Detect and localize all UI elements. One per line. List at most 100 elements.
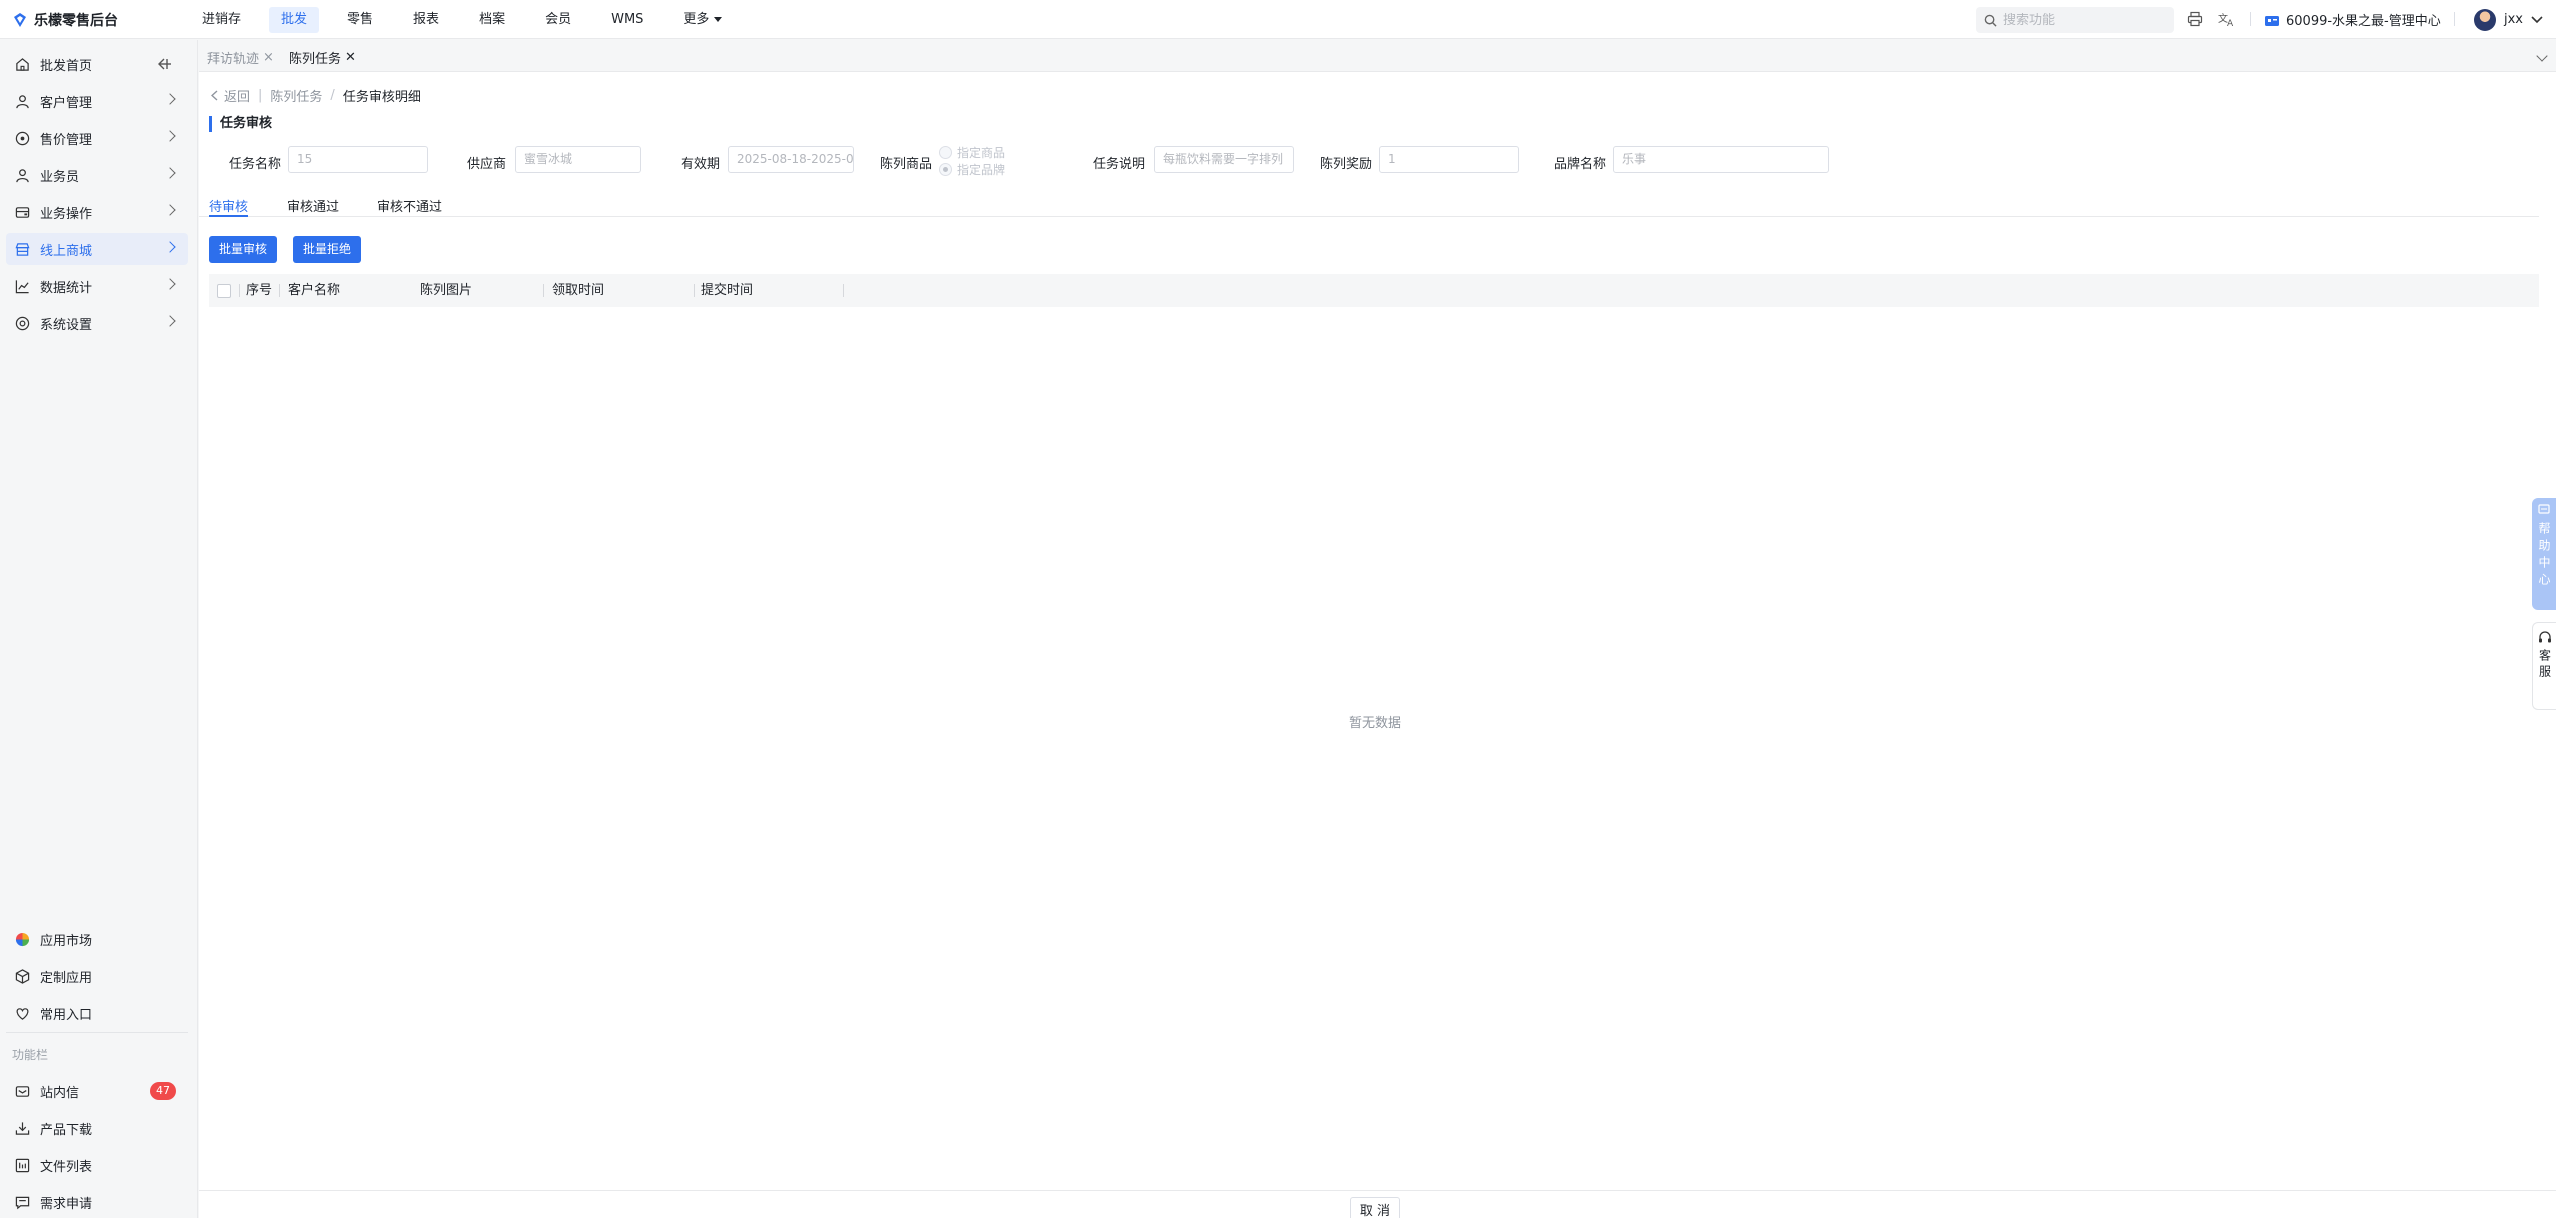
validity-field[interactable]: 2025-08-18-2025-0 [728,146,854,173]
select-all-checkbox[interactable] [217,284,231,298]
supplier-label: 供应商 [467,157,507,172]
nav-label: 进销存 [202,11,242,27]
radio-specified-goods[interactable]: 指定商品 [939,144,1005,161]
sidebar-item-label: 线上商城 [40,243,93,259]
sidebar-item-file-list[interactable]: 文件列表 [6,1149,188,1181]
user-menu[interactable]: jxx [2474,0,2543,39]
tab-approved[interactable]: 审核通过 [287,196,339,217]
sidebar-item-app-market[interactable]: 应用市场 [6,923,188,955]
nav-wholesale[interactable]: 批发 [269,6,320,33]
sidebar-item-label: 系统设置 [40,317,93,333]
nav-label: 报表 [413,11,440,27]
nav-member[interactable]: 会员 [533,7,583,33]
nav-label: 批发 [281,11,308,27]
nav-more[interactable]: 更多 [671,7,734,33]
batch-approve-button[interactable]: 批量审核 [209,236,278,263]
customer-service-widget[interactable]: 客服 [2532,622,2556,710]
sidebar-item-operations[interactable]: 业务操作 [6,196,188,228]
sidebar-item-label: 常用入口 [40,1007,93,1023]
customer-service-label: 客服 [2537,649,2552,681]
sidebar-item-label: 客户管理 [40,95,93,111]
sidebar-item-label: 业务员 [40,169,80,185]
download-icon [14,1120,30,1136]
nav-label: 档案 [479,11,506,27]
radio-label: 指定品牌 [957,163,1006,177]
tab-display-task[interactable]: 陈列任务 ✕ [283,46,362,68]
task-desc-field[interactable]: 每瓶饮料需要一字排列 [1154,146,1294,173]
search-box[interactable] [1976,7,2174,33]
column-divider [543,284,544,297]
top-nav: 进销存 批发 零售 报表 档案 会员 WMS 更多 [190,0,750,39]
print-icon[interactable] [2184,8,2206,30]
empty-state: 暂无数据 [1349,716,1402,731]
tab-label: 陈列任务 [289,51,342,67]
display-goods-radio-group: 指定商品 指定品牌 [939,144,1005,178]
tab-pending-review[interactable]: 待审核 [209,196,249,217]
chevron-right-icon [164,315,176,327]
back-link[interactable]: 返回 [211,86,250,105]
reward-field[interactable]: 1 [1379,146,1519,173]
chevron-down-icon [2531,15,2543,23]
sidebar-item-label: 售价管理 [40,132,93,148]
nav-reports[interactable]: 报表 [401,7,451,33]
radio-button[interactable] [939,163,952,176]
nav-archive[interactable]: 档案 [467,7,517,33]
mail-icon [14,1083,30,1099]
supplier-field[interactable]: 蜜雪冰城 [515,146,641,173]
breadcrumb-parent[interactable]: 陈列任务 [270,86,322,105]
back-label: 返回 [224,90,251,105]
sidebar-item-salesman[interactable]: 业务员 [6,159,188,191]
close-icon[interactable]: ✕ [345,50,356,65]
brand-name-field[interactable]: 乐事 [1613,146,1829,173]
nav-inventory[interactable]: 进销存 [190,7,253,33]
search-icon [1984,14,1997,27]
reward-label: 陈列奖励 [1320,157,1373,172]
sidebar-item-label: 需求申请 [40,1196,93,1212]
batch-reject-button[interactable]: 批量拒绝 [293,236,362,263]
sidebar-item-label: 业务操作 [40,206,93,222]
radio-button[interactable] [939,146,952,159]
sidebar: 批发首页 客户管理 售价管理 业务员 业务操作 线上商城 数据统计 系统设置 应… [0,40,198,1218]
translate-icon[interactable]: 文A [2216,8,2238,30]
sidebar-item-wholesale-home[interactable]: 批发首页 [6,48,188,80]
close-icon[interactable]: × [263,50,274,65]
nav-label: WMS [611,11,644,27]
sidebar-item-online-mall[interactable]: 线上商城 [6,233,188,265]
user-icon [14,93,30,109]
cancel-button[interactable]: 取 消 [1350,1197,1400,1218]
sidebar-item-label: 批发首页 [40,58,93,74]
store-selector[interactable]: 60099-水果之最-管理中心 [2264,0,2441,39]
sidebar-divider [6,1032,188,1033]
nav-label: 零售 [347,11,374,27]
chevron-down-icon[interactable] [2536,50,2548,62]
sidebar-item-customer[interactable]: 客户管理 [6,85,188,117]
nav-label: 更多 [683,11,710,27]
sidebar-item-downloads[interactable]: 产品下载 [6,1112,188,1144]
search-input[interactable] [2003,12,2163,28]
sidebar-item-label: 产品下载 [40,1122,93,1138]
help-center-widget[interactable]: 帮助中心 [2532,498,2556,610]
nav-retail[interactable]: 零售 [335,7,385,33]
sidebar-item-favorites[interactable]: 常用入口 [6,997,188,1029]
collapse-sidebar-icon[interactable] [158,58,172,74]
brand[interactable]: 乐檬零售后台 [12,0,118,39]
sidebar-item-statistics[interactable]: 数据统计 [6,270,188,302]
section-title: 任务审核 [209,116,272,132]
caret-down-icon [714,17,723,22]
radio-specified-brand[interactable]: 指定品牌 [939,161,1005,178]
page-tabs-bar: 拜访轨迹 × 陈列任务 ✕ [199,40,2556,72]
help-center-label: 帮助中心 [2537,522,2551,590]
task-name-label: 任务名称 [229,157,282,172]
avatar [2474,8,2496,31]
tab-rejected[interactable]: 审核不通过 [377,196,442,217]
task-name-field[interactable]: 15 [288,146,428,173]
sidebar-item-messages[interactable]: 站内信 47 [6,1075,188,1107]
sidebar-item-custom-app[interactable]: 定制应用 [6,960,188,992]
nav-wms[interactable]: WMS [599,7,655,33]
sidebar-item-settings[interactable]: 系统设置 [6,307,188,339]
tab-visit-track[interactable]: 拜访轨迹 × [201,46,280,68]
breadcrumb-divider: | [258,88,263,103]
settings-icon [14,315,30,331]
sidebar-item-price[interactable]: 售价管理 [6,122,188,154]
sidebar-item-requests[interactable]: 需求申请 [6,1186,188,1218]
